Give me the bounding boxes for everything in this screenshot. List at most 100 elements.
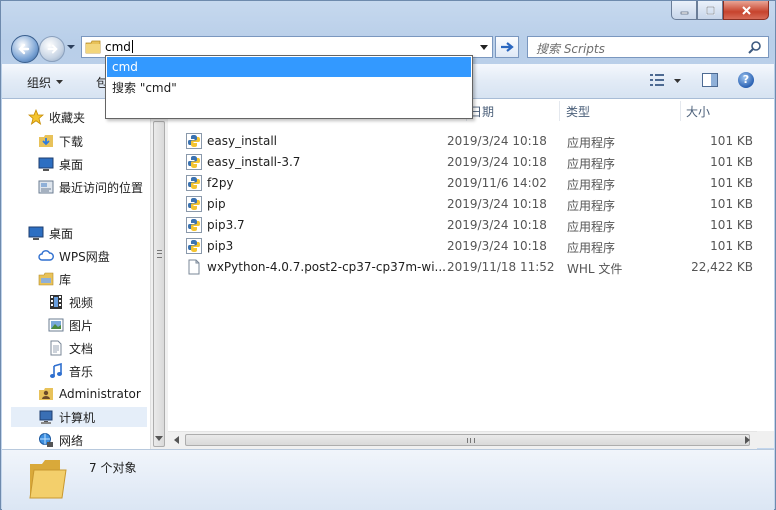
file-date: 2019/3/24 10:18 [447, 197, 547, 211]
nav-item-label: 视频 [69, 295, 94, 310]
chevron-down-icon [56, 80, 63, 84]
nav-item-administrator[interactable]: Administrator [38, 384, 141, 404]
python-exe-icon [186, 217, 202, 233]
nav-item-computer[interactable]: 计算机 [11, 407, 147, 427]
column-header-date[interactable]: 日期 [470, 99, 560, 123]
go-button[interactable] [495, 36, 519, 58]
nav-item-label: 桌面 [59, 157, 84, 172]
nav-item-label: 收藏夹 [49, 110, 86, 125]
file-size: 101 KB [710, 197, 753, 211]
file-name: easy_install-3.7 [207, 155, 301, 169]
arrow-left-icon [18, 43, 30, 55]
autocomplete-dropdown: cmd 搜索 "cmd" [105, 55, 473, 119]
maximize-button[interactable] [697, 1, 723, 20]
file-row[interactable]: f2py 2019/11/6 14:02 应用程序 101 KB [184, 173, 768, 194]
search-icon[interactable] [748, 40, 762, 54]
file-row[interactable]: pip3 2019/3/24 10:18 应用程序 101 KB [184, 236, 768, 257]
nav-item-recent-places[interactable]: 最近访问的位置 [38, 177, 143, 197]
close-icon [741, 5, 751, 15]
scroll-down-arrow-icon[interactable] [155, 436, 163, 441]
desktop-icon [28, 226, 44, 240]
nav-item-music[interactable]: 音乐 [48, 361, 93, 381]
file-list: 日期 类型 大小 easy_install 2019/3/24 10:18 应用… [168, 99, 774, 431]
file-name: easy_install [207, 134, 278, 148]
file-size: 101 KB [710, 134, 753, 148]
file-size: 101 KB [710, 155, 753, 169]
item-count: 7 个对象 [89, 461, 137, 475]
file-type: 应用程序 [567, 136, 616, 150]
file-date: 2019/3/24 10:18 [447, 218, 547, 232]
nav-item-libraries[interactable]: 库 [38, 269, 71, 289]
nav-item-label: WPS网盘 [59, 249, 110, 264]
scroll-left-arrow-icon[interactable] [174, 436, 179, 444]
scrollbar-corner [757, 431, 774, 448]
star-icon [28, 109, 44, 125]
view-options-icon[interactable] [650, 74, 664, 86]
file-name: pip3.7 [207, 218, 245, 232]
close-button[interactable] [723, 1, 769, 20]
nav-item-videos[interactable]: 视频 [48, 292, 93, 312]
column-header-size[interactable]: 大小 [686, 99, 766, 123]
file-size: 22,422 KB [691, 260, 753, 274]
recent-pages-dropdown[interactable] [67, 43, 75, 51]
file-date: 2019/11/6 14:02 [447, 176, 547, 190]
address-input-text[interactable]: cmd [105, 40, 133, 54]
file-type: WHL 文件 [567, 262, 623, 276]
nav-item-label: 最近访问的位置 [59, 180, 144, 195]
organize-button[interactable]: 组织 [27, 74, 51, 91]
arrow-right-icon [47, 44, 58, 54]
file-row[interactable]: easy_install-3.7 2019/3/24 10:18 应用程序 10… [184, 152, 768, 173]
maximize-icon [705, 5, 715, 15]
autocomplete-item-cmd[interactable]: cmd [107, 57, 471, 77]
nav-item-downloads[interactable]: 下载 [38, 131, 83, 151]
file-row[interactable]: pip 2019/3/24 10:18 应用程序 101 KB [184, 194, 768, 215]
file-date: 2019/11/18 11:52 [447, 260, 555, 274]
file-row[interactable]: easy_install 2019/3/24 10:18 应用程序 101 KB [184, 131, 768, 152]
folder-icon [29, 460, 67, 499]
navigation-pane: 收藏夹 下载 桌面 最近访问的位置 桌面 WPS网盘 库 视频 图片 文档 音乐… [2, 99, 150, 449]
help-icon[interactable]: ? [738, 72, 754, 88]
preview-pane-icon[interactable] [702, 73, 718, 87]
python-exe-icon [186, 196, 202, 212]
file-row[interactable]: wxPython-4.0.7.post2-cp37-cp37m-wi... 20… [184, 257, 768, 278]
pictures-icon [48, 318, 64, 332]
file-list-horizontal-scrollbar[interactable] [168, 431, 757, 449]
scroll-right-arrow-icon[interactable] [745, 436, 750, 444]
file-name: f2py [207, 176, 234, 190]
search-box[interactable]: 搜索 Scripts [527, 36, 769, 58]
nav-item-desktop[interactable]: 桌面 [38, 154, 83, 174]
download-folder-icon [39, 135, 53, 147]
file-row[interactable]: pip3.7 2019/3/24 10:18 应用程序 101 KB [184, 215, 768, 236]
nav-item-label: 图片 [69, 318, 94, 333]
video-icon [50, 295, 62, 309]
autocomplete-item-search[interactable]: 搜索 "cmd" [107, 78, 471, 98]
scrollbar-thumb[interactable] [153, 121, 165, 447]
file-name: pip [207, 197, 226, 211]
python-exe-icon [186, 238, 202, 254]
nav-item-wps-cloud[interactable]: WPS网盘 [38, 246, 110, 266]
back-button[interactable] [11, 35, 39, 63]
nav-item-label: 计算机 [59, 410, 96, 425]
python-exe-icon [186, 154, 202, 170]
chevron-down-icon[interactable] [674, 79, 681, 83]
user-folder-icon [39, 388, 53, 400]
minimize-button[interactable] [671, 1, 697, 20]
cloud-icon [38, 250, 54, 261]
navigation-scrollbar[interactable] [150, 99, 168, 449]
file-date: 2019/3/24 10:18 [447, 239, 547, 253]
address-dropdown-button[interactable] [476, 37, 492, 57]
nav-item-network[interactable]: 网络 [38, 430, 83, 449]
file-date: 2019/3/24 10:18 [447, 155, 547, 169]
caption-buttons [671, 1, 769, 21]
documents-icon [50, 340, 62, 356]
nav-item-favorites[interactable]: 收藏夹 [28, 107, 85, 127]
nav-item-desktop-root[interactable]: 桌面 [28, 223, 73, 243]
forward-button[interactable] [39, 36, 65, 62]
column-header-type[interactable]: 类型 [566, 99, 676, 123]
file-name: wxPython-4.0.7.post2-cp37-cp37m-wi... [207, 260, 446, 274]
scrollbar-thumb[interactable] [185, 434, 750, 446]
nav-item-pictures[interactable]: 图片 [48, 315, 93, 335]
nav-item-label: 音乐 [69, 364, 94, 379]
nav-item-documents[interactable]: 文档 [48, 338, 93, 358]
music-icon [50, 363, 62, 378]
